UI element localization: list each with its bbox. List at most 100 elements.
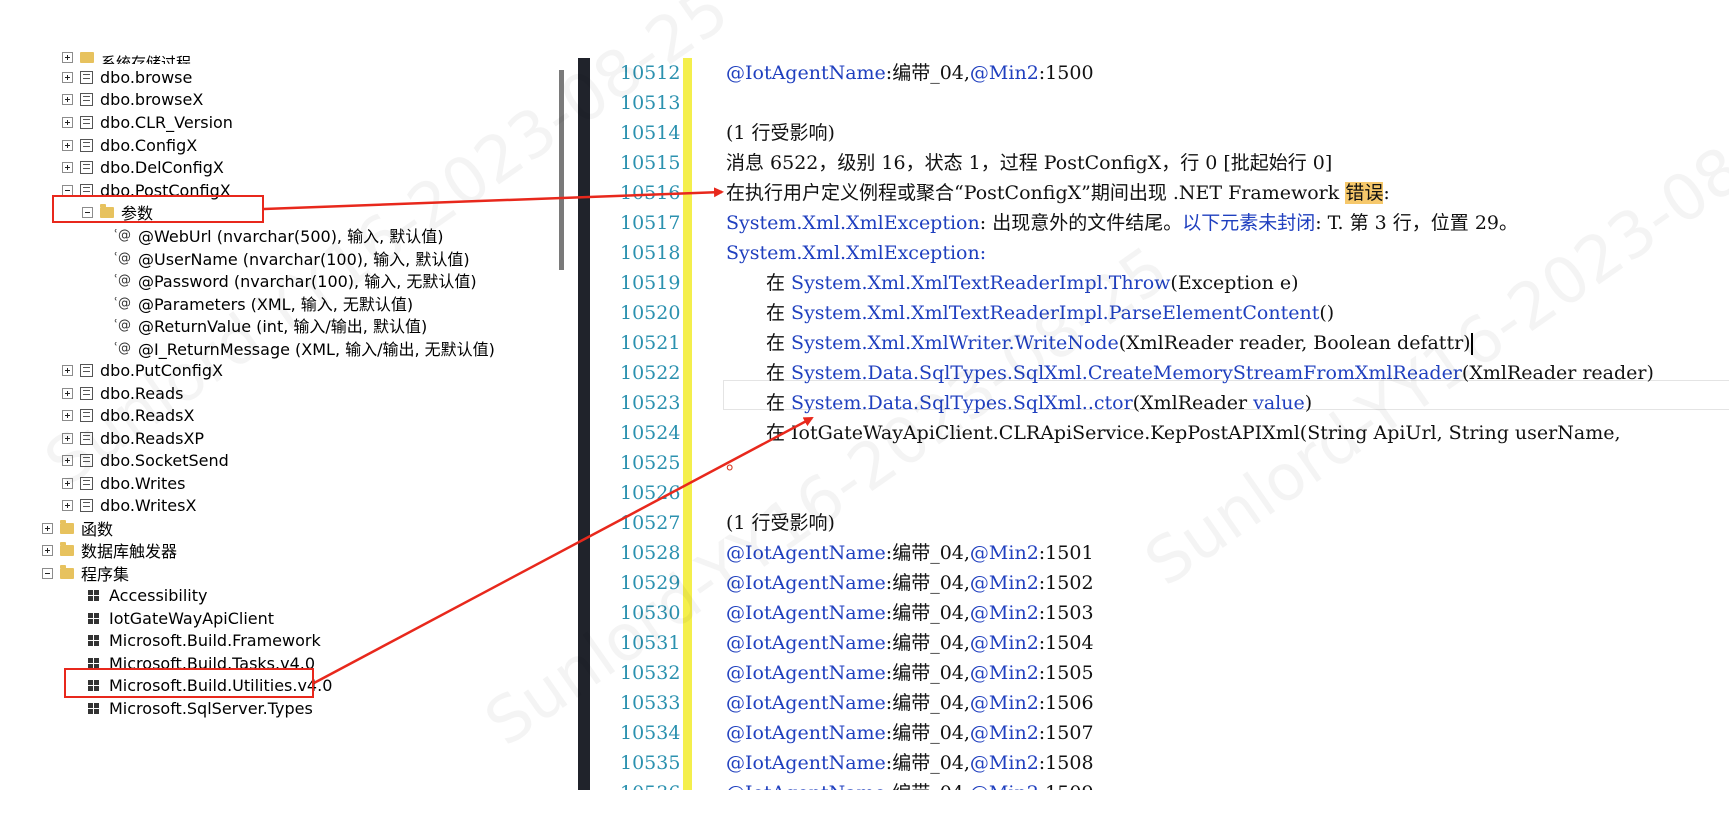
line-number: 10516 xyxy=(620,182,681,204)
stored-procedure-icon xyxy=(80,386,93,400)
stored-procedure-icon xyxy=(80,453,93,467)
tree-node-procedure[interactable]: dbo.ReadsX xyxy=(62,403,194,427)
tree-node-label: dbo.SocketSend xyxy=(100,450,229,470)
text-caret xyxy=(1470,333,1473,355)
code-line-10532: @IotAgentName:编带_04,@Min2:1505 xyxy=(726,662,1094,684)
expand-icon[interactable] xyxy=(62,93,73,105)
tree-node-label: 程序集 xyxy=(81,565,130,584)
line-number: 10533 xyxy=(620,692,681,714)
code-line-10514: (1 行受影响) xyxy=(726,122,835,144)
change-tracking-bar xyxy=(683,58,692,790)
tree-node-label: 数据库触发器 xyxy=(81,542,178,561)
tree-node-procedure[interactable]: dbo.Writes xyxy=(62,471,185,495)
tree-node-label: @WebUrl (nvarchar(500), 输入, 默认值) xyxy=(138,227,444,246)
line-number: 10531 xyxy=(620,632,681,654)
stored-procedure-icon xyxy=(80,160,93,174)
collapse-icon[interactable] xyxy=(42,567,53,579)
tree-node-functions-folder[interactable]: 函数 xyxy=(42,516,113,540)
annotation-box-postconfigx xyxy=(52,195,264,223)
code-line-10515: 消息 6522，级别 16，状态 1，过程 PostConfigX，行 0 [批… xyxy=(726,152,1333,174)
code-line-10528: @IotAgentName:编带_04,@Min2:1501 xyxy=(726,542,1094,564)
tree-node-parameter[interactable]: ʿ@ @ReturnValue (int, 输入/输出, 默认值) xyxy=(114,313,427,337)
expand-icon[interactable] xyxy=(62,364,73,376)
code-line-10524: 在 IotGateWayApiClient.CLRApiService.KepP… xyxy=(766,422,1621,444)
folder-icon xyxy=(60,564,74,579)
code-line-10519: 在 System.Xml.XmlTextReaderImpl.Throw(Exc… xyxy=(766,272,1299,294)
expand-icon[interactable] xyxy=(62,499,73,511)
parameter-icon: ʿ@ xyxy=(114,227,131,243)
line-number: 10523 xyxy=(620,392,681,414)
code-line-10531: @IotAgentName:编带_04,@Min2:1504 xyxy=(726,632,1094,654)
tree-node-procedure[interactable]: dbo.WritesX xyxy=(62,493,196,517)
tree-node-procedure[interactable]: dbo.browseX xyxy=(62,87,203,111)
code-line-10516: 在执行用户定义例程或聚合“PostConfigX”期间出现 .NET Frame… xyxy=(726,182,1390,204)
tree-node-procedure[interactable]: dbo.SocketSend xyxy=(62,448,229,472)
expand-icon[interactable] xyxy=(42,544,53,556)
line-number: 10520 xyxy=(620,302,681,324)
expand-icon[interactable] xyxy=(62,116,73,128)
code-line-10525: 。 xyxy=(726,452,746,474)
tree-node-assembly-iotgateway[interactable]: IotGateWayApiClient xyxy=(88,606,274,630)
tree-node-procedure[interactable]: dbo.PutConfigX xyxy=(62,358,223,382)
code-line-10529: @IotAgentName:编带_04,@Min2:1502 xyxy=(726,572,1094,594)
tree-node-assembly[interactable]: Microsoft.SqlServer.Types xyxy=(88,696,313,720)
expand-icon[interactable] xyxy=(62,454,73,466)
parameter-icon: ʿ@ xyxy=(114,340,131,356)
object-explorer-tree: 系统存储过程 dbo.browse dbo.browseX dbo.CLR_Ve… xyxy=(0,0,570,790)
tree-node-label: 函数 xyxy=(81,520,114,539)
expand-icon[interactable] xyxy=(62,432,73,444)
line-number: 10514 xyxy=(620,122,681,144)
line-number: 10527 xyxy=(620,512,681,534)
tree-node-parameter[interactable]: ʿ@ @WebUrl (nvarchar(500), 输入, 默认值) xyxy=(114,223,444,247)
tree-node-label: Accessibility xyxy=(109,585,208,605)
code-line-10527: (1 行受影响) xyxy=(726,512,835,534)
tree-node-label: dbo.CLR_Version xyxy=(100,112,233,132)
tree-node-parameter[interactable]: ʿ@ @UserName (nvarchar(100), 输入, 默认值) xyxy=(114,246,470,270)
stored-procedure-icon xyxy=(80,476,93,490)
parameter-icon: ʿ@ xyxy=(114,250,131,266)
tree-node-assemblies-folder[interactable]: 程序集 xyxy=(42,561,129,585)
tree-node-parameter[interactable]: ʿ@ @Parameters (XML, 输入, 无默认值) xyxy=(114,291,413,315)
expand-icon[interactable] xyxy=(62,52,73,63)
code-line-10517: System.Xml.XmlException: 出现意外的文件结尾。以下元素未… xyxy=(726,212,1519,234)
code-line-10534: @IotAgentName:编带_04,@Min2:1507 xyxy=(726,722,1094,744)
line-number: 10525 xyxy=(620,452,681,474)
stored-procedure-icon xyxy=(80,115,93,129)
expand-icon[interactable] xyxy=(62,477,73,489)
tree-node-procedure[interactable]: dbo.Reads xyxy=(62,381,183,405)
line-number: 10536 xyxy=(620,778,680,790)
stored-procedure-icon xyxy=(80,363,93,377)
tree-node-assembly[interactable]: Microsoft.Build.Framework xyxy=(88,628,321,652)
line-number: 10518 xyxy=(620,242,681,264)
expand-icon[interactable] xyxy=(62,387,73,399)
tree-node-procedure[interactable]: dbo.browse xyxy=(62,65,192,89)
tree-node-assembly[interactable]: Accessibility xyxy=(88,583,207,607)
expand-icon[interactable] xyxy=(62,161,73,173)
messages-editor[interactable]: 10512 10513 10514 10515 10516 10517 1051… xyxy=(590,58,1729,790)
expand-icon[interactable] xyxy=(62,409,73,421)
line-number: 10513 xyxy=(620,92,681,114)
expand-icon[interactable] xyxy=(42,522,53,534)
parameter-icon: ʿ@ xyxy=(114,317,131,333)
collapse-icon[interactable] xyxy=(62,184,73,196)
assembly-icon xyxy=(88,657,100,669)
folder-icon xyxy=(60,541,74,556)
line-number: 10535 xyxy=(620,752,681,774)
tree-node-parameter[interactable]: ʿ@ @I_ReturnMessage (XML, 输入/输出, 无默认值) xyxy=(114,336,495,360)
code-line-10512: @IotAgentName:编带_04,@Min2:1500 xyxy=(726,62,1094,84)
tree-node-triggers-folder[interactable]: 数据库触发器 xyxy=(42,538,177,562)
line-number: 10519 xyxy=(620,272,681,294)
tree-node-label: dbo.ConfigX xyxy=(100,135,198,155)
tree-node-system-procedures[interactable]: 系统存储过程 xyxy=(62,52,191,64)
expand-icon[interactable] xyxy=(62,71,73,83)
tree-node-procedure[interactable]: dbo.ConfigX xyxy=(62,133,197,157)
stored-procedure-icon xyxy=(80,70,93,84)
folder-icon xyxy=(60,519,74,534)
tree-node-procedure[interactable]: dbo.DelConfigX xyxy=(62,155,224,179)
pane-divider[interactable] xyxy=(578,58,590,790)
tree-node-procedure[interactable]: dbo.ReadsXP xyxy=(62,426,204,450)
tree-node-procedure[interactable]: dbo.CLR_Version xyxy=(62,110,233,134)
tree-scrollbar[interactable] xyxy=(559,70,564,270)
tree-node-parameter[interactable]: ʿ@ @Password (nvarchar(100), 输入, 无默认值) xyxy=(114,268,477,292)
expand-icon[interactable] xyxy=(62,139,73,151)
